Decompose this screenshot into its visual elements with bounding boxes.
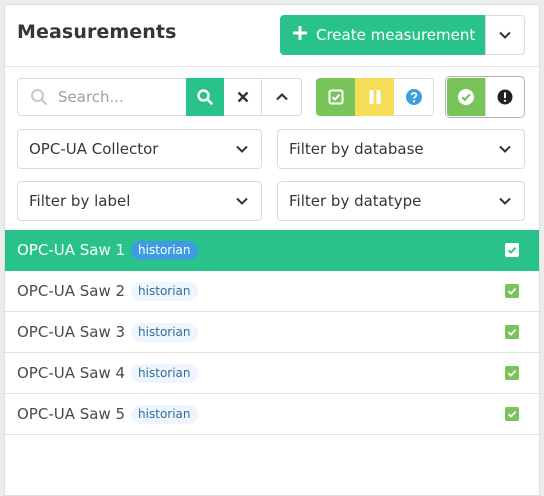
page-title: Measurements — [17, 21, 177, 43]
enabled-checkbox[interactable] — [505, 366, 519, 380]
enabled-checkbox[interactable] — [505, 243, 519, 257]
check-square-icon — [328, 89, 344, 105]
list-item[interactable]: OPC-UA Saw 2 historian — [5, 271, 539, 312]
label-filter-select[interactable]: Filter by label — [17, 181, 262, 221]
label-tag[interactable]: historian — [131, 322, 198, 342]
measurement-name: OPC-UA Saw 4 — [17, 364, 126, 382]
enabled-checkbox[interactable] — [505, 325, 519, 339]
create-measurement-label: Create measurement — [316, 26, 476, 44]
list-item[interactable]: OPC-UA Saw 5 historian — [5, 394, 539, 435]
question-circle-icon — [405, 89, 422, 105]
chevron-down-icon — [499, 31, 511, 39]
search-input[interactable] — [58, 88, 178, 106]
filter-unknown-button[interactable] — [394, 78, 434, 116]
measurement-name: OPC-UA Saw 1 — [17, 241, 126, 259]
check-icon — [507, 369, 517, 377]
pause-icon — [369, 90, 381, 104]
check-circle-icon — [458, 89, 474, 105]
filter-paused-button[interactable] — [355, 78, 395, 116]
search-button[interactable] — [186, 78, 224, 116]
search-field — [17, 78, 187, 116]
search-icon — [31, 89, 48, 106]
panel-header: Measurements Create measurement — [5, 5, 539, 67]
chevron-down-icon — [236, 197, 248, 205]
datatype-filter-value: Filter by datatype — [289, 192, 422, 210]
check-icon — [507, 410, 517, 418]
measurement-name: OPC-UA Saw 3 — [17, 323, 126, 341]
chevron-down-icon — [236, 145, 248, 153]
check-icon — [507, 246, 517, 254]
check-icon — [507, 328, 517, 336]
create-options-dropdown[interactable] — [485, 15, 525, 55]
label-tag[interactable]: historian — [131, 240, 198, 260]
enabled-checkbox[interactable] — [505, 284, 519, 298]
collector-select-value: OPC-UA Collector — [29, 140, 159, 158]
database-filter-value: Filter by database — [289, 140, 424, 158]
measurements-panel: Measurements Create measurement Search..… — [4, 4, 540, 496]
datatype-filter-select[interactable]: Filter by datatype — [277, 181, 525, 221]
list-item[interactable]: OPC-UA Saw 1 historian — [5, 230, 539, 271]
label-filter-value: Filter by label — [29, 192, 131, 210]
collector-select[interactable]: OPC-UA Collector — [17, 129, 262, 169]
chevron-down-icon — [499, 145, 511, 153]
label-tag[interactable]: historian — [131, 281, 198, 301]
label-tag[interactable]: historian — [131, 363, 198, 383]
exclamation-circle-icon — [497, 89, 512, 105]
plus-icon — [292, 24, 316, 46]
list-item[interactable]: OPC-UA Saw 4 historian — [5, 353, 539, 394]
measurement-name: OPC-UA Saw 5 — [17, 405, 126, 423]
search-icon — [197, 89, 213, 105]
label-tag[interactable]: historian — [131, 404, 198, 424]
measurement-name: OPC-UA Saw 2 — [17, 282, 126, 300]
chevron-up-icon — [275, 92, 288, 101]
list-item[interactable]: OPC-UA Saw 3 historian — [5, 312, 539, 353]
create-measurement-button[interactable]: Create measurement — [280, 15, 486, 55]
filter-ok-button[interactable] — [447, 78, 485, 116]
measurement-list: OPC-UA Saw 1 historian OPC-UA Saw 2 hist… — [5, 230, 539, 435]
collapse-button[interactable] — [262, 78, 302, 116]
clear-search-button[interactable] — [224, 78, 262, 116]
chevron-down-icon — [499, 197, 511, 205]
filter-error-button[interactable] — [485, 78, 523, 116]
database-filter-select[interactable]: Filter by database — [277, 129, 525, 169]
filter-enabled-button[interactable] — [316, 78, 356, 116]
check-icon — [507, 287, 517, 295]
close-icon — [237, 91, 248, 103]
enabled-checkbox[interactable] — [505, 407, 519, 421]
